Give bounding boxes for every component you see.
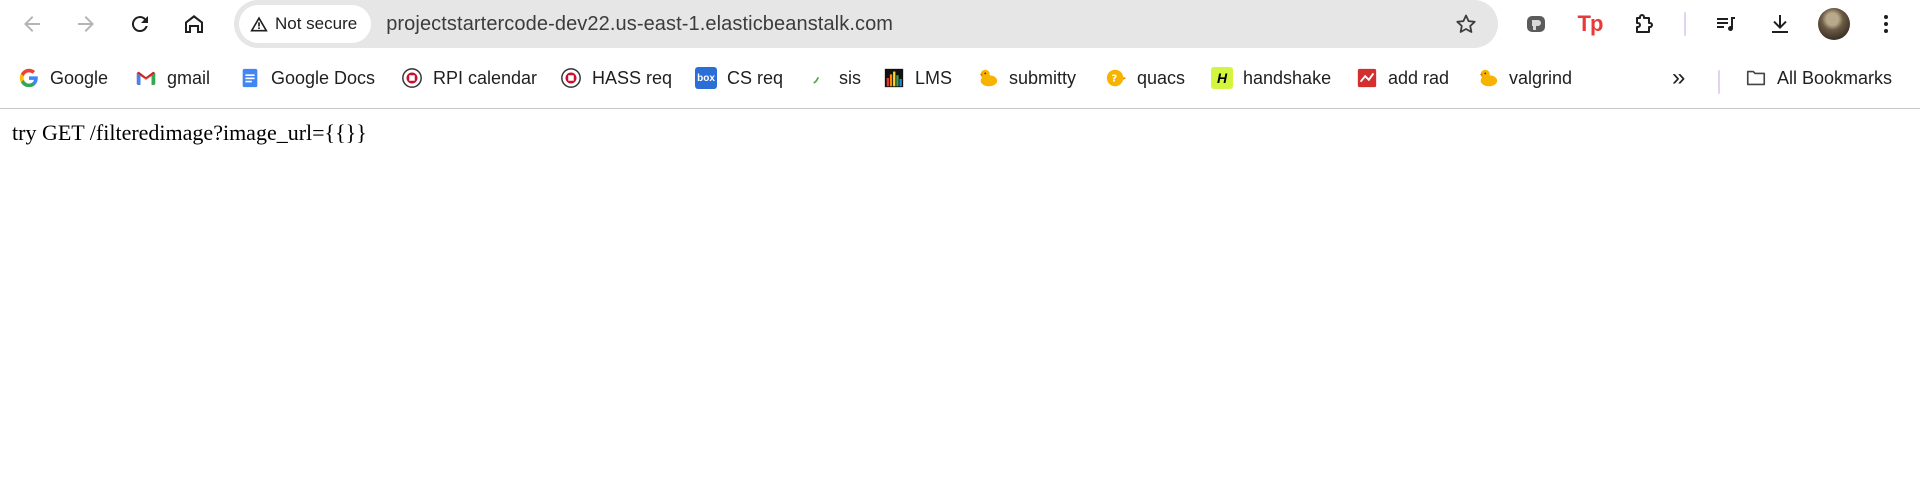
bookmark-lms[interactable]: LMS [883,62,952,94]
box-icon: box [695,67,717,89]
bookmark-google[interactable]: Google [18,62,108,94]
security-chip[interactable]: Not secure [239,5,372,43]
bookmark-quacs[interactable]: ? quacs [1105,62,1185,94]
extension-elephant-icon [1527,16,1545,32]
address-bar[interactable]: Not secure projectstartercode-dev22.us-e… [234,0,1498,48]
rpi-seal-icon [401,67,423,89]
bookmark-label: Google [50,67,109,88]
lms-icon [883,67,905,89]
page-content: try GET /filteredimage?image_url={{}} [0,109,1920,157]
avatar[interactable] [1818,8,1850,40]
google-docs-icon [239,67,261,89]
security-label: Not secure [275,14,358,33]
browser-chrome: Not secure projectstartercode-dev22.us-e… [0,0,1920,109]
bookmark-add-rad[interactable]: add rad [1356,62,1449,94]
reload-icon [131,16,148,33]
extensions-menu-button[interactable] [1628,8,1660,40]
page-body-text: try GET /filteredimage?image_url={{}} [12,120,367,145]
bookmark-label: RPI calendar [433,67,538,88]
add-rad-icon [1356,67,1378,89]
box-glyph: box [697,72,715,84]
all-bookmarks-button[interactable]: All Bookmarks [1745,62,1892,94]
gmail-icon [135,67,157,89]
bookmark-sis[interactable]: sis [807,62,861,94]
reading-list-button[interactable] [1710,8,1742,40]
bookmark-handshake[interactable]: H handshake [1211,62,1331,94]
handshake-glyph: H [1216,70,1228,86]
svg-text:?: ? [1111,74,1117,85]
reading-list-icon [1717,17,1735,31]
extension-button-tp[interactable]: Tp [1574,8,1606,40]
menu-button[interactable] [1870,8,1902,40]
chevron-double-right-icon: » [1672,64,1686,91]
bookmark-google-docs[interactable]: Google Docs [239,62,375,94]
home-icon [185,15,203,33]
bookmarks-bar: Google gmail Google Docs RPI calendar HA… [0,48,1920,109]
bookmark-rpi-calendar[interactable]: RPI calendar [401,62,537,94]
bookmark-label: submitty [1009,67,1077,88]
bookmark-submitty[interactable]: submitty [977,62,1076,94]
star-icon[interactable] [1454,12,1478,36]
home-button[interactable] [176,6,212,42]
rpi-seal-icon [560,67,582,89]
bookmark-label: valgrind [1509,67,1573,88]
downloads-button[interactable] [1764,8,1796,40]
reload-button[interactable] [122,6,158,42]
handshake-icon: H [1211,67,1233,89]
bookmark-label: gmail [167,67,211,88]
browser-toolbar: Not secure projectstartercode-dev22.us-e… [0,0,1920,48]
bookmark-label: HASS req [592,67,673,88]
quacs-icon: ? [1105,67,1127,89]
tp-extension-icon: Tp [1577,11,1604,36]
bookmark-label: handshake [1243,67,1332,88]
bookmark-cs-req[interactable]: box CS req [695,62,783,94]
url-text[interactable]: projectstartercode-dev22.us-east-1.elast… [386,13,893,36]
warning-icon [250,16,268,32]
bookmark-valgrind[interactable]: valgrind [1477,62,1572,94]
bookmarks-overflow-button[interactable]: » [1672,62,1685,94]
duck-icon [977,67,999,89]
bookmark-hass-req[interactable]: HASS req [560,62,672,94]
bookmark-label: Google Docs [271,67,376,88]
bookmark-label: add rad [1388,67,1450,88]
back-icon [24,16,40,32]
forward-icon [78,16,94,32]
sis-icon [807,67,829,89]
download-icon [1772,15,1788,33]
toolbar-separator [1684,12,1686,36]
back-button[interactable] [14,6,50,42]
extension-button-1[interactable] [1520,8,1552,40]
bookmark-label: CS req [727,67,784,88]
all-bookmarks-label: All Bookmarks [1777,67,1893,88]
bookmark-label: sis [839,67,861,88]
more-vert-icon [1884,15,1888,33]
bookmark-gmail[interactable]: gmail [135,62,210,94]
folder-icon [1745,67,1767,89]
bookmark-label: LMS [915,67,953,88]
puzzle-extension-icon [1636,14,1653,33]
bookmark-label: quacs [1137,67,1186,88]
forward-button[interactable] [68,6,104,42]
duck-icon [1477,67,1499,89]
google-icon [18,67,40,89]
bookmarks-separator [1718,70,1720,94]
